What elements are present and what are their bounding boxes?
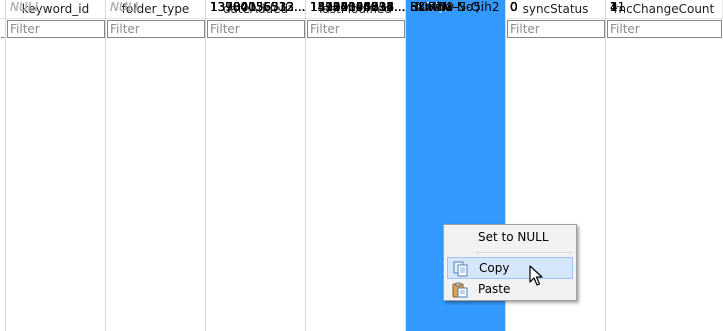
table-cell-dateadded[interactable]: 13984155512...: [206, 0, 306, 331]
menu-item-label: Set to NULL: [478, 230, 549, 244]
copy-icon: [453, 261, 468, 277]
menu-item-copy[interactable]: Copy: [447, 257, 573, 279]
menu-item-set-to-null[interactable]: Set to NULL: [447, 227, 573, 249]
context-menu: Set to NULL Copy Paste: [443, 224, 577, 301]
menu-separator: [476, 252, 572, 253]
mouse-pointer-icon: [529, 265, 543, 286]
table-cell-rncchangecount[interactable]: 1: [606, 0, 723, 331]
menu-item-label: Copy: [479, 261, 510, 275]
data-grid: keyword_id folder_type dateAdded lastMod…: [0, 0, 723, 331]
paste-icon: [452, 282, 468, 298]
menu-item-label: Paste: [478, 282, 511, 296]
table-cell-folder-type[interactable]: [106, 0, 206, 331]
menu-item-paste[interactable]: Paste: [447, 279, 573, 301]
table-cell-keyword-id[interactable]: [6, 0, 106, 331]
table-cell-lastmodified[interactable]: 13984155512...: [306, 0, 406, 331]
